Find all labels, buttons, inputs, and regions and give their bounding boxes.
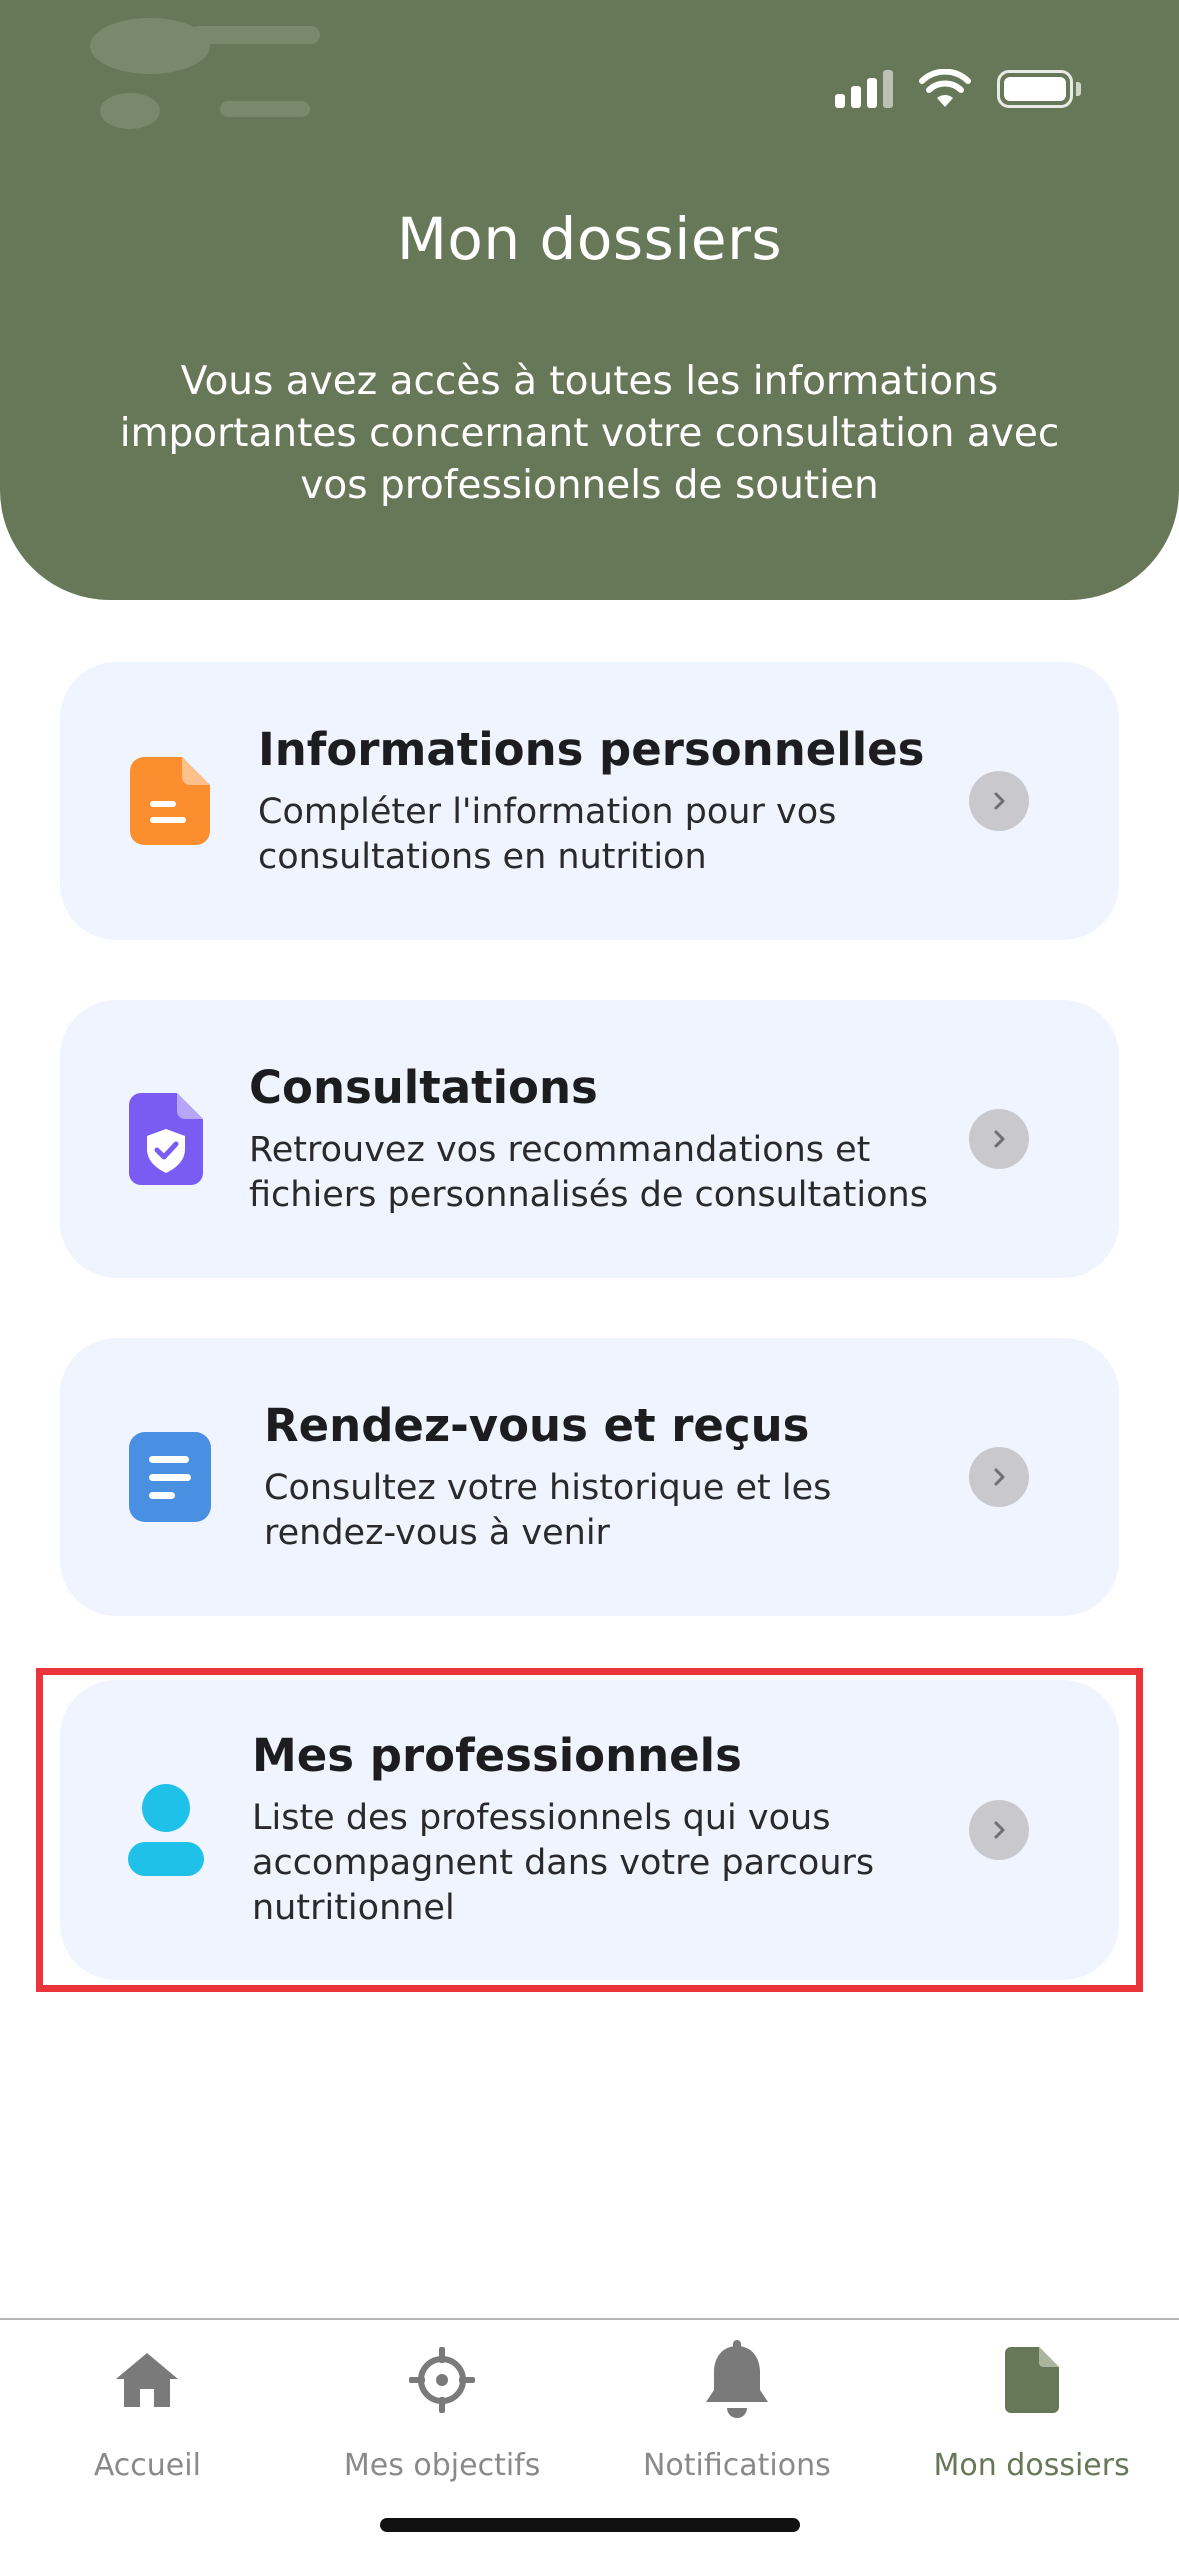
page-subtitle: Vous avez accès à toutes les information… xyxy=(119,359,1060,508)
battery-icon xyxy=(997,70,1081,108)
wifi-icon xyxy=(919,69,971,107)
chevron-right-icon[interactable] xyxy=(969,1447,1029,1507)
tab-label: Notifications xyxy=(642,2448,831,2483)
card-rendez-vous-et-recus[interactable]: Rendez-vous et reçus Consultez votre his… xyxy=(60,1338,1119,1616)
home-indicator xyxy=(380,2518,800,2532)
tab-label: Mon dossiers xyxy=(933,2448,1130,2483)
home-icon xyxy=(107,2340,187,2420)
document-icon xyxy=(120,751,220,851)
card-informations-personnelles[interactable]: Informations personnelles Compléter l'in… xyxy=(60,662,1119,940)
file-icon xyxy=(992,2340,1072,2420)
tab-label: Mes objectifs xyxy=(343,2448,541,2483)
card-consultations[interactable]: Consultations Retrouvez vos recommandati… xyxy=(60,1000,1119,1278)
card-title: Consultations xyxy=(249,1060,598,1114)
tab-label: Accueil xyxy=(93,2448,201,2483)
card-title: Informations personnelles xyxy=(258,722,925,776)
signal-icon xyxy=(835,70,893,108)
bell-icon xyxy=(697,2340,777,2420)
page-title: Mon dossiers xyxy=(396,205,783,273)
card-description: Retrouvez vos recommandations et fichier… xyxy=(249,1129,928,1215)
target-icon xyxy=(402,2340,482,2420)
list-document-icon xyxy=(120,1427,220,1527)
status-icons xyxy=(835,64,1081,114)
tab-accueil[interactable]: Accueil xyxy=(0,2320,295,2556)
card-title: Rendez-vous et reçus xyxy=(264,1398,810,1452)
card-description: Compléter l'information pour vos consult… xyxy=(258,791,837,877)
shield-document-icon xyxy=(116,1089,216,1189)
card-description: Consultez votre historique et les rendez… xyxy=(264,1467,832,1553)
header: Mon dossiers Vous avez accès à toutes le… xyxy=(0,0,1179,600)
chevron-right-icon[interactable] xyxy=(969,1109,1029,1169)
chevron-right-icon[interactable] xyxy=(969,771,1029,831)
highlight-box xyxy=(36,1668,1143,1992)
tab-mon-dossiers[interactable]: Mon dossiers xyxy=(884,2320,1179,2556)
status-bar-blurred xyxy=(70,6,350,136)
